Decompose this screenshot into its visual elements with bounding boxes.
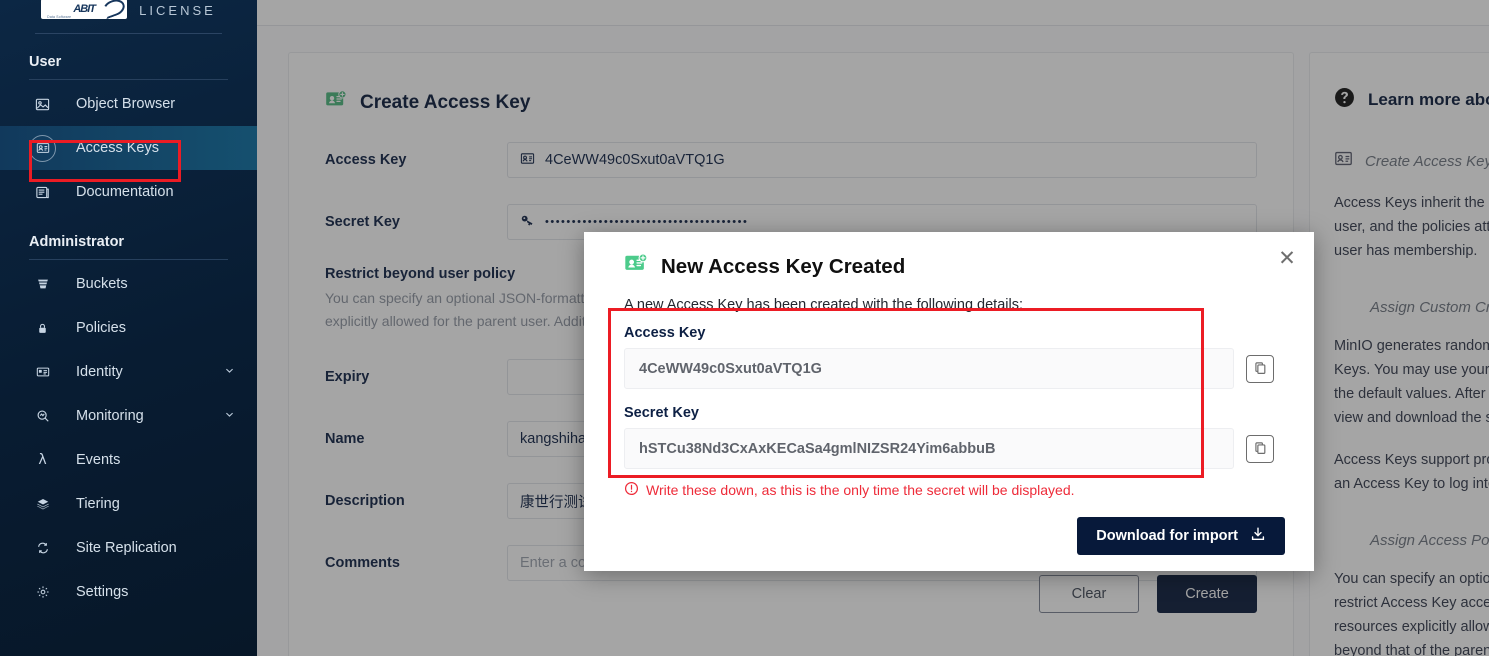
modal-actions: Download for import — [1077, 517, 1285, 555]
modal-access-key-row: 4CeWW49c0Sxut0aVTQ1G — [624, 348, 1274, 389]
modal-secret-key-label: Secret Key — [624, 405, 699, 421]
modal-secret-key-value: hSTCu38Nd3CxAxKECaSa4gmlNIZSR24Yim6abbuB — [624, 428, 1234, 469]
sidebar-group-title-administrator: Administrator — [29, 234, 125, 250]
access-keys-icon — [29, 134, 56, 162]
sidebar-item-monitoring[interactable]: Monitoring — [0, 394, 257, 438]
monitoring-icon — [29, 403, 56, 430]
close-icon[interactable]: ✕ — [1276, 248, 1298, 270]
alert-circle-icon — [624, 481, 639, 499]
sidebar-item-label: Monitoring — [76, 408, 144, 424]
sidebar-item-settings[interactable]: Settings — [0, 570, 257, 614]
lambda-icon: λ — [38, 452, 47, 468]
brand-logo-subtext: Data Software — [47, 15, 72, 19]
sidebar-item-events[interactable]: λ Events — [0, 438, 257, 482]
new-access-key-modal: ✕ New Access Key Created A new Access Ke… — [584, 232, 1314, 571]
license-label: LICENSE — [139, 3, 216, 18]
chevron-down-icon[interactable] — [224, 407, 235, 425]
modal-access-key-label: Access Key — [624, 325, 706, 341]
sidebar-item-label: Documentation — [76, 184, 174, 200]
lock-icon — [29, 315, 56, 342]
modal-header: New Access Key Created — [584, 232, 1314, 281]
identity-card-icon — [29, 359, 56, 386]
sidebar-item-label: Site Replication — [76, 540, 177, 556]
sidebar-logo: ABIT Data Software LICENSE — [0, 0, 257, 24]
sidebar-item-label: Events — [76, 452, 121, 468]
brand-swoosh-icon — [101, 0, 128, 19]
gear-icon — [29, 579, 56, 606]
sidebar-group-divider-user — [29, 79, 228, 80]
sidebar-group-title-user: User — [29, 54, 62, 70]
sidebar-item-label: Buckets — [76, 276, 128, 292]
sidebar-item-tiering[interactable]: Tiering — [0, 482, 257, 526]
modal-access-key-value: 4CeWW49c0Sxut0aVTQ1G — [624, 348, 1234, 389]
sidebar-item-buckets[interactable]: Buckets — [0, 262, 257, 306]
sidebar-item-label: Settings — [76, 584, 129, 600]
sidebar-item-access-keys[interactable]: Access Keys — [0, 126, 257, 170]
documentation-icon — [29, 179, 56, 206]
create-access-key-icon — [624, 252, 648, 281]
download-for-import-button[interactable]: Download for import — [1077, 517, 1285, 555]
sidebar-item-object-browser[interactable]: Object Browser — [0, 82, 257, 126]
brand-logo-icon: ABIT Data Software — [41, 0, 128, 19]
sidebar-item-label: Object Browser — [76, 96, 176, 112]
modal-title: New Access Key Created — [661, 254, 906, 278]
modal-access-key-block: Access Key 4CeWW49c0Sxut0aVTQ1G Secret K… — [584, 325, 1314, 469]
copy-icon[interactable] — [1246, 434, 1274, 463]
modal-warning: Write these down, as this is the only ti… — [584, 469, 1314, 499]
app-root: ABIT Data Software LICENSE User Object B… — [0, 0, 1489, 656]
sidebar-item-label: Access Keys — [76, 140, 159, 156]
sidebar-item-documentation[interactable]: Documentation — [0, 170, 257, 214]
sidebar-item-label: Tiering — [76, 496, 120, 512]
download-button-label: Download for import — [1096, 528, 1238, 544]
sidebar-item-label: Identity — [76, 364, 123, 380]
bucket-icon — [29, 271, 56, 298]
modal-warning-text: Write these down, as this is the only ti… — [646, 482, 1075, 498]
sidebar-group-divider-administrator — [29, 259, 228, 260]
sidebar-item-site-replication[interactable]: Site Replication — [0, 526, 257, 570]
brand-logo-text: ABIT — [73, 3, 96, 15]
modal-subtitle: A new Access Key has been created with t… — [624, 297, 1023, 313]
replication-icon — [29, 535, 56, 562]
modal-secret-key-row: hSTCu38Nd3CxAxKECaSa4gmlNIZSR24Yim6abbuB — [624, 428, 1274, 469]
sidebar-item-label: Policies — [76, 320, 126, 336]
sidebar-item-identity[interactable]: Identity — [0, 350, 257, 394]
chevron-down-icon[interactable] — [224, 363, 235, 381]
sidebar-item-policies[interactable]: Policies — [0, 306, 257, 350]
download-icon — [1250, 526, 1266, 546]
sidebar: ABIT Data Software LICENSE User Object B… — [0, 0, 257, 656]
copy-icon[interactable] — [1246, 354, 1274, 383]
layers-icon — [29, 491, 56, 518]
object-browser-icon — [29, 91, 56, 118]
